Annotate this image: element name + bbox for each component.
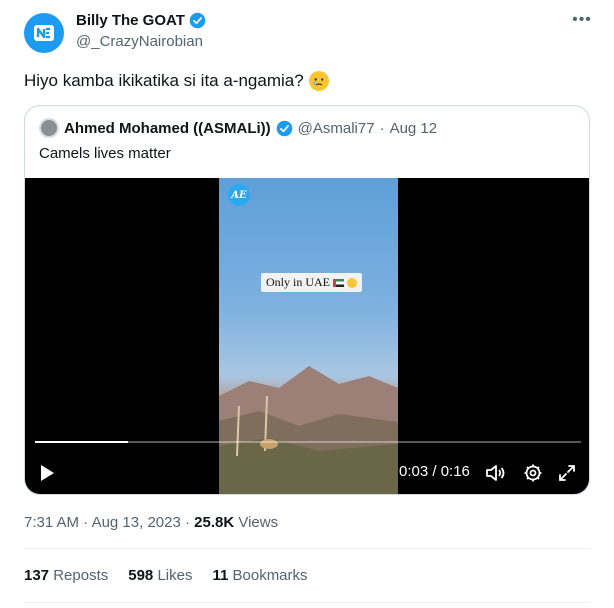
verified-badge-icon <box>189 12 206 29</box>
divider <box>24 548 590 549</box>
tweet-text-content: Hiyo kamba ikikatika si ita a-ngamia? <box>24 71 304 90</box>
video-caption: Only in UAE <box>261 273 362 292</box>
settings-button[interactable] <box>521 461 545 485</box>
quoted-author-handle[interactable]: @Asmali77 <box>298 120 375 137</box>
bookmarks-label: Bookmarks <box>232 567 308 584</box>
bookmarks-count: 11 <box>212 567 229 584</box>
views-count: 25.8K <box>194 514 235 531</box>
engagement-stats: 137 Reposts 598 Likes 11 Bookmarks <box>24 567 308 584</box>
likes-count: 598 <box>128 567 154 584</box>
bookmarks-stat[interactable]: 11 Bookmarks <box>212 567 307 584</box>
likes-label: Likes <box>157 567 193 584</box>
tweet-meta: 7:31 AM · Aug 13, 2023 · 25.8K Views <box>24 514 278 531</box>
video-caption-text: Only in UAE <box>266 275 330 289</box>
quoted-tweet-date[interactable]: Aug 12 <box>390 120 438 137</box>
author-handle[interactable]: @_CrazyNairobian <box>76 33 203 50</box>
author-logo-icon <box>34 25 54 41</box>
volume-button[interactable] <box>484 461 508 485</box>
video-scenery <box>219 366 398 494</box>
quoted-meta-separator: · <box>379 119 385 137</box>
likes-stat[interactable]: 598 Likes <box>128 567 192 584</box>
reposts-label: Reposts <box>53 567 109 584</box>
video-time: 0:03 / 0:16 <box>399 463 470 480</box>
more-options-button[interactable]: ••• <box>571 10 593 30</box>
uae-flag-icon <box>333 279 344 288</box>
fullscreen-icon <box>559 465 575 481</box>
video-watermark-logo: AE <box>228 184 250 206</box>
author-name-text[interactable]: Billy The GOAT <box>76 12 185 29</box>
play-button[interactable] <box>35 461 59 485</box>
video-frame[interactable]: AE Only in UAE <box>219 178 398 494</box>
ellipsis-icon: ••• <box>572 11 592 28</box>
heart-eyes-emoji-icon <box>347 278 357 289</box>
author-name[interactable]: Billy The GOAT <box>76 12 206 29</box>
reposts-stat[interactable]: 137 Reposts <box>24 567 108 584</box>
quoted-author-name[interactable]: Ahmed Mohamed ((ASMALi)) <box>64 120 271 137</box>
tweet-time[interactable]: 7:31 AM <box>24 514 79 531</box>
quoted-author-avatar[interactable] <box>39 118 59 138</box>
meta-separator: · <box>79 514 92 531</box>
author-avatar[interactable] <box>24 13 64 53</box>
divider <box>24 602 590 603</box>
views-label: Views <box>238 514 279 531</box>
quoted-tweet[interactable]: Ahmed Mohamed ((ASMALi)) @Asmali77 · Aug… <box>24 105 590 495</box>
quoted-tweet-header: Ahmed Mohamed ((ASMALi)) @Asmali77 · Aug… <box>39 118 437 138</box>
volume-icon <box>486 465 505 481</box>
tweet-text: Hiyo kamba ikikatika si ita a-ngamia? <box>24 71 329 91</box>
video-player[interactable]: AE Only in UAE 0:03 / 0:16 <box>25 178 589 494</box>
verified-badge-icon <box>276 120 292 136</box>
settings-icon <box>524 464 542 482</box>
quoted-tweet-text: Camels lives matter <box>39 145 171 162</box>
fullscreen-button[interactable] <box>555 461 579 485</box>
reposts-count: 137 <box>24 567 50 584</box>
face-holding-back-tears-icon <box>308 71 329 91</box>
video-progress-fill <box>35 441 128 443</box>
tweet-date[interactable]: Aug 13, 2023 <box>92 514 181 531</box>
video-progress-bar[interactable] <box>35 441 581 443</box>
meta-separator: · <box>180 514 195 531</box>
play-icon <box>41 465 54 481</box>
